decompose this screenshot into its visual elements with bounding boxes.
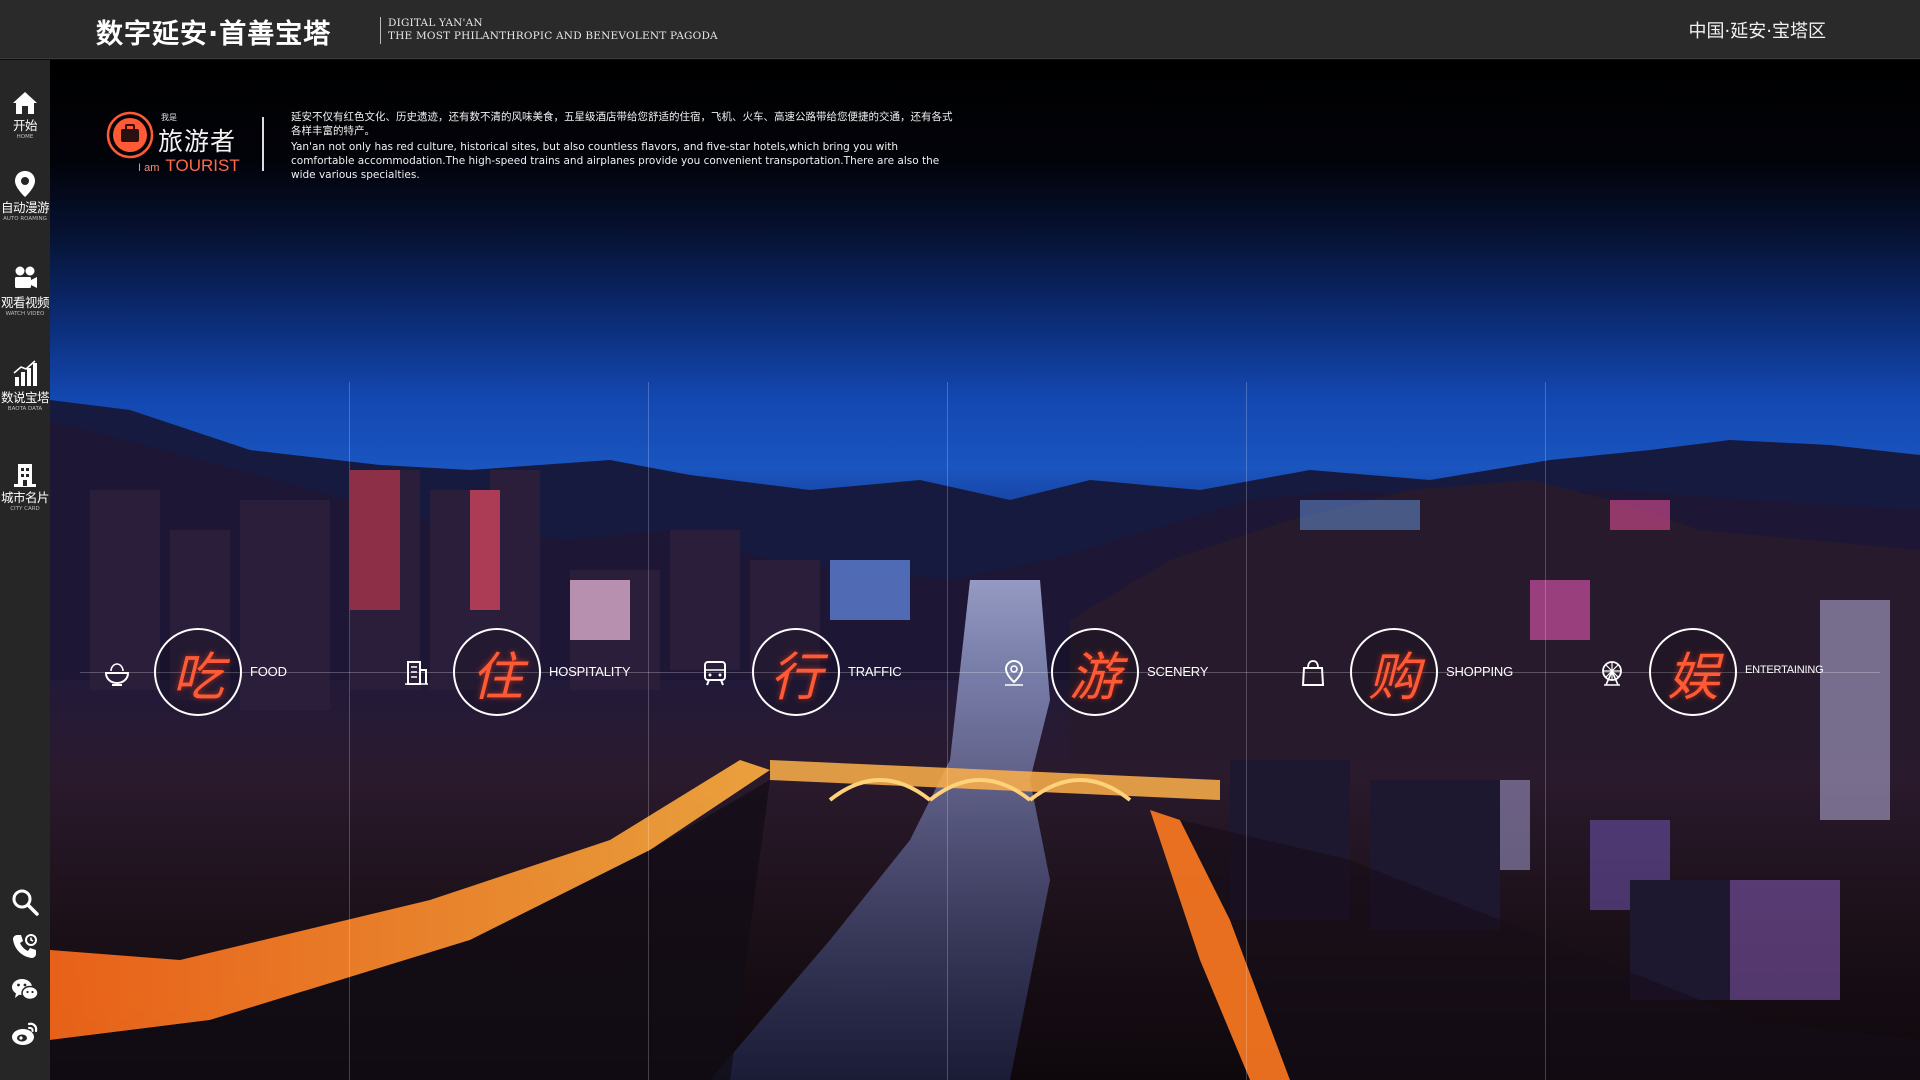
sidebar-item-city-card[interactable]: 城市名片 CITY CARD	[0, 462, 50, 512]
building-icon	[14, 464, 36, 487]
hotel-icon	[405, 661, 428, 685]
category-ring: 住	[453, 628, 541, 716]
subtitle-line-2: THE MOST PHILANTHROPIC AND BENEVOLENT PA…	[388, 30, 718, 42]
phone-icon[interactable]	[11, 932, 39, 960]
category-label: SCENERY	[1147, 664, 1209, 679]
sidebar-item-baota-data[interactable]: 数说宝塔 BAOTA DATA	[0, 360, 50, 412]
category-ring: 行	[752, 628, 840, 716]
category-glyph: 游	[1068, 647, 1121, 708]
category-food[interactable]: 吃 FOOD	[102, 628, 342, 718]
sidebar-item-auto-roaming[interactable]: 自动漫游 AUTO ROAMING	[0, 170, 50, 222]
column-divider	[947, 382, 948, 1080]
tourist-prefix-en: I am	[138, 162, 160, 174]
sidebar-item-watch-video[interactable]: 观看视频 WATCH VIDEO	[0, 265, 50, 317]
sidebar-item-sublabel: HOME	[16, 134, 34, 140]
sidebar-item-label: 自动漫游	[0, 200, 50, 215]
sidebar-item-sublabel: AUTO ROAMING	[3, 216, 47, 222]
sidebar-item-label: 开始	[12, 118, 38, 133]
sidebar-item-label: 城市名片	[0, 490, 50, 505]
sidebar-item-sublabel: CITY CARD	[10, 506, 40, 512]
category-hospitality[interactable]: 住 HOSPITALITY	[401, 628, 641, 718]
category-scenery[interactable]: 游 SCENERY	[999, 628, 1239, 718]
category-glyph: 住	[470, 647, 523, 708]
category-label: HOSPITALITY	[549, 664, 631, 679]
tourist-title-en-text: TOURIST	[165, 156, 240, 175]
home-icon	[13, 92, 37, 114]
intro-text-cn: 延安不仅有红色文化、历史遗迹，还有数不清的风味美食，五星级酒店带给您舒适的住宿，…	[291, 111, 953, 137]
location-pin-icon	[15, 171, 35, 197]
map-pin-icon	[1004, 659, 1024, 686]
column-divider	[1246, 382, 1247, 1080]
city-skyline-backdrop	[50, 400, 1920, 1080]
category-ring: 娱	[1649, 628, 1737, 716]
bar-chart-icon	[13, 360, 37, 386]
weibo-icon[interactable]	[11, 1020, 39, 1048]
sidebar-item-label: 数说宝塔	[0, 390, 50, 405]
video-camera-icon	[15, 266, 37, 288]
top-header: 数字延安·首善宝塔 DIGITAL YAN'AN THE MOST PHILAN…	[0, 0, 1920, 59]
sidebar-item-sublabel: BAOTA DATA	[7, 406, 43, 412]
tourist-title-en: I am TOURIST	[138, 156, 240, 176]
category-glyph: 娱	[1666, 647, 1719, 708]
search-icon[interactable]	[11, 888, 39, 916]
category-glyph: 吃	[171, 647, 224, 708]
subtitle-line-1: DIGITAL YAN'AN	[388, 17, 483, 29]
column-divider	[349, 382, 350, 1080]
sidebar-item-home[interactable]: 开始 HOME	[0, 90, 50, 140]
ferris-wheel-icon	[1602, 661, 1622, 686]
tourist-title-cn: 旅游者	[158, 127, 237, 156]
category-traffic[interactable]: 行 TRAFFIC	[700, 628, 940, 718]
sidebar-item-label: 观看视频	[0, 295, 50, 310]
sidebar-item-sublabel: WATCH VIDEO	[5, 311, 45, 317]
suitcase-icon	[106, 111, 154, 159]
shopping-bag-icon	[1301, 660, 1325, 686]
column-divider	[1545, 382, 1546, 1080]
city-night-panorama: 我是 旅游者 I am TOURIST 延安不仅有红色文化、历史遗迹，还有数不清的…	[50, 60, 1920, 1080]
category-ring: 购	[1350, 628, 1438, 716]
category-label: TRAFFIC	[848, 664, 902, 679]
category-glyph: 行	[769, 647, 822, 708]
food-bowl-icon	[104, 663, 130, 686]
category-glyph: 购	[1367, 647, 1420, 708]
region-label: 中国·延安·宝塔区	[1688, 21, 1826, 42]
bus-icon	[704, 661, 726, 686]
category-entertaining[interactable]: 娱 ENTERTAINING	[1597, 628, 1847, 718]
category-shopping[interactable]: 购 SHOPPING	[1298, 628, 1538, 718]
title-divider	[380, 17, 381, 44]
category-label: SHOPPING	[1446, 664, 1514, 679]
tourist-divider	[262, 117, 264, 171]
left-sidebar: 开始 HOME 自动漫游 AUTO ROAMING 观看视频 WATCH VID…	[0, 60, 50, 1080]
app-title: 数字延安·首善宝塔	[96, 19, 332, 50]
category-label: FOOD	[250, 664, 287, 679]
category-ring: 游	[1051, 628, 1139, 716]
column-divider	[648, 382, 649, 1080]
category-ring: 吃	[154, 628, 242, 716]
tourist-intro: 延安不仅有红色文化、历史遗迹，还有数不清的风味美食，五星级酒店带给您舒适的住宿，…	[291, 110, 956, 182]
app-subtitle: DIGITAL YAN'AN THE MOST PHILANTHROPIC AN…	[388, 17, 718, 43]
wechat-icon[interactable]	[11, 976, 39, 1004]
intro-text-en: Yan'an not only has red culture, histori…	[291, 141, 940, 181]
category-label: ENTERTAINING	[1745, 664, 1824, 676]
